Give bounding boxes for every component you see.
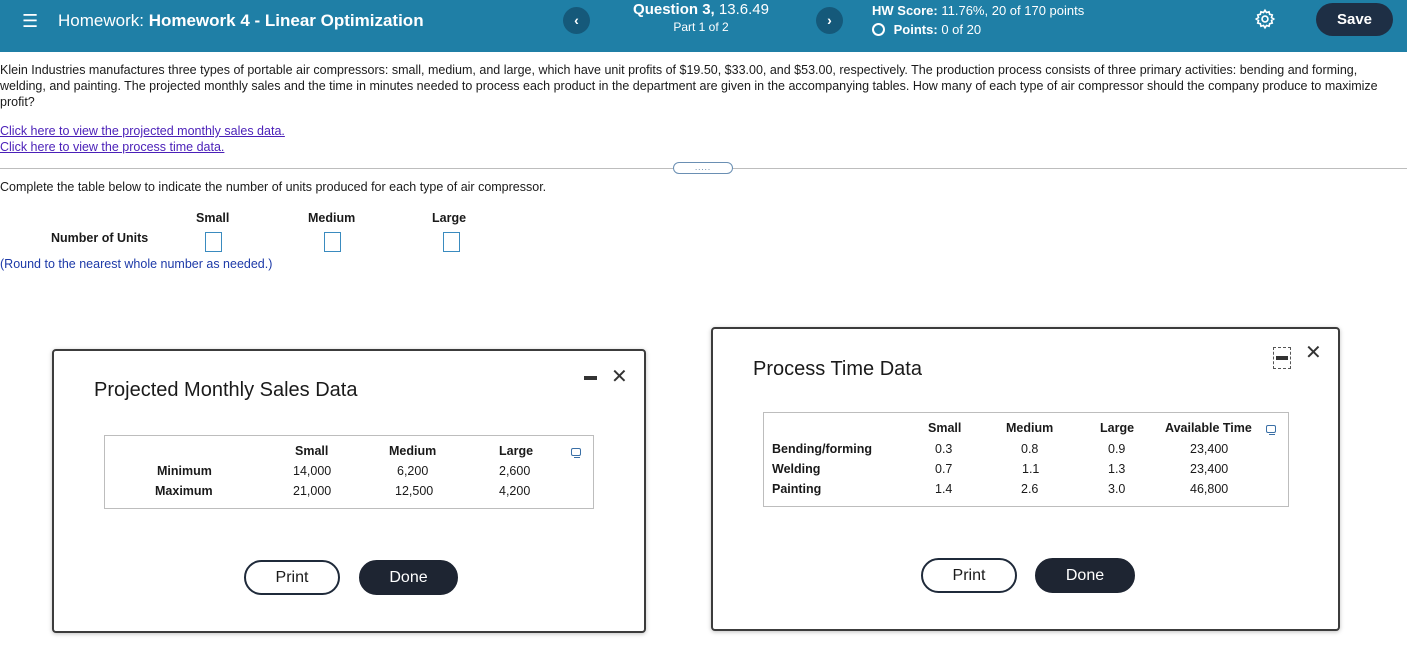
table-cell: 0.7 [935, 462, 953, 476]
sales-data-link[interactable]: Click here to view the projected monthly… [0, 124, 285, 138]
print-button[interactable]: Print [244, 560, 340, 595]
points: Points: 0 of 20 [872, 21, 1084, 40]
score-panel: HW Score: 11.76%, 20 of 170 points Point… [872, 2, 1084, 40]
points-value: 0 of 20 [941, 22, 982, 37]
row-label-painting: Painting [772, 482, 822, 496]
answer-column-small: Small [196, 211, 230, 225]
answer-column-large: Large [432, 211, 467, 225]
header-bar: ☰ Homework: Homework 4 - Linear Optimiza… [0, 0, 1407, 52]
close-icon[interactable]: ✕ [1305, 343, 1322, 363]
table-header-available-time: Available Time [1165, 421, 1252, 435]
homework-title: Homework: Homework 4 - Linear Optimizati… [58, 11, 424, 31]
table-cell: 0.9 [1108, 442, 1126, 456]
table-cell: 4,200 [499, 484, 531, 498]
process-table: Small Medium Large Available Time Bendin… [763, 412, 1289, 507]
table-header-medium: Medium [389, 444, 437, 458]
table-cell: 23,400 [1190, 462, 1229, 476]
done-button[interactable]: Done [1035, 558, 1135, 593]
save-button[interactable]: Save [1316, 3, 1393, 36]
answer-row-label: Number of Units [51, 231, 149, 245]
menu-icon[interactable]: ☰ [22, 11, 38, 32]
homework-prefix: Homework: [58, 11, 144, 30]
question-title: Question 3, 13.6.49 [606, 1, 796, 18]
copy-icon[interactable] [571, 448, 581, 458]
question-text: Klein Industries manufactures three type… [0, 63, 1378, 109]
table-cell: 21,000 [293, 484, 332, 498]
table-cell: 0.8 [1021, 442, 1039, 456]
print-button[interactable]: Print [921, 558, 1017, 593]
minimize-icon[interactable] [584, 376, 597, 380]
table-cell: 2.6 [1021, 482, 1039, 496]
points-label: Points: [893, 22, 938, 37]
sales-table: Small Medium Large Minimum 14,000 6,200 … [104, 435, 594, 509]
process-data-popup: Process Time Data ✕ Small Medium Large A… [711, 327, 1340, 631]
table-cell: 23,400 [1190, 442, 1229, 456]
previous-question-button[interactable]: ‹ [563, 7, 590, 34]
row-label-maximum: Maximum [155, 484, 213, 498]
hw-score: HW Score: 11.76%, 20 of 170 points [872, 2, 1084, 21]
row-label-minimum: Minimum [157, 464, 212, 478]
question-id: 13.6.49 [718, 1, 769, 18]
rounding-note: (Round to the nearest whole number as ne… [0, 257, 273, 271]
gear-icon[interactable] [1254, 8, 1276, 30]
table-cell: 1.3 [1108, 462, 1126, 476]
done-button[interactable]: Done [359, 560, 458, 595]
question-label: Question 3, [633, 1, 715, 18]
table-cell: 12,500 [395, 484, 434, 498]
table-header-large: Large [499, 444, 534, 458]
popup-title: Process Time Data [753, 358, 922, 380]
maximize-icon[interactable] [1273, 347, 1291, 369]
table-header-large: Large [1100, 421, 1135, 435]
copy-icon[interactable] [1266, 425, 1276, 435]
chevron-right-icon: › [827, 12, 832, 28]
table-cell: 1.1 [1022, 462, 1040, 476]
table-cell: 0.3 [935, 442, 953, 456]
table-cell: 2,600 [499, 464, 531, 478]
small-units-input[interactable] [205, 232, 222, 252]
sales-data-popup: Projected Monthly Sales Data ✕ Small Med… [52, 349, 646, 633]
table-cell: 14,000 [293, 464, 332, 478]
bar-icon [1276, 356, 1288, 360]
expand-toggle-button[interactable]: ..... [673, 162, 733, 174]
homework-name: Homework 4 - Linear Optimization [148, 11, 424, 30]
table-cell: 6,200 [397, 464, 429, 478]
chevron-left-icon: ‹ [574, 12, 579, 28]
popup-title: Projected Monthly Sales Data [94, 379, 358, 401]
answer-column-medium: Medium [308, 211, 356, 225]
close-icon[interactable]: ✕ [611, 367, 628, 387]
process-data-link[interactable]: Click here to view the process time data… [0, 140, 224, 154]
medium-units-input[interactable] [324, 232, 341, 252]
hw-score-value: 11.76%, 20 of 170 points [941, 3, 1085, 18]
question-info: Question 3, 13.6.49 Part 1 of 2 [606, 1, 796, 34]
table-header-medium: Medium [1006, 421, 1054, 435]
table-header-small: Small [295, 444, 329, 458]
table-cell: 1.4 [935, 482, 953, 496]
table-cell: 46,800 [1190, 482, 1229, 496]
hw-score-label: HW Score: [872, 3, 938, 18]
answer-instruction: Complete the table below to indicate the… [0, 180, 547, 194]
table-cell: 3.0 [1108, 482, 1126, 496]
table-header-small: Small [928, 421, 962, 435]
next-question-button[interactable]: › [816, 7, 843, 34]
row-label-bending: Bending/forming [772, 442, 872, 456]
large-units-input[interactable] [443, 232, 460, 252]
points-circle-icon [872, 23, 885, 36]
row-label-welding: Welding [772, 462, 821, 476]
question-part: Part 1 of 2 [673, 20, 729, 34]
